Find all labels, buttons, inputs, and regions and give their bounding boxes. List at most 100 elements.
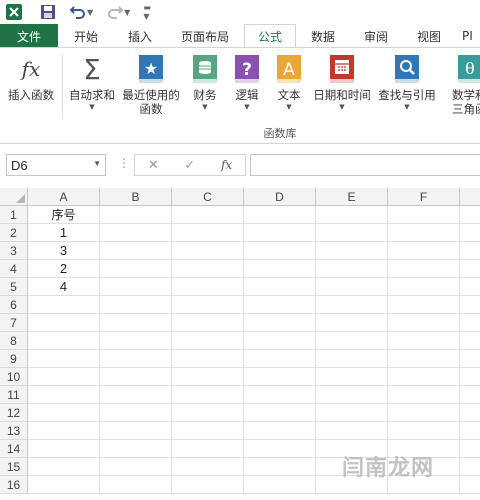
cell-a15[interactable] xyxy=(28,458,100,476)
cell-e6[interactable] xyxy=(316,296,388,314)
cell-partial[interactable] xyxy=(460,242,480,260)
cell-d13[interactable] xyxy=(244,422,316,440)
cell-a13[interactable] xyxy=(28,422,100,440)
cell-b16[interactable] xyxy=(100,476,172,494)
cell-partial[interactable] xyxy=(460,440,480,458)
column-header-f[interactable]: F xyxy=(388,188,460,206)
cell-b9[interactable] xyxy=(100,350,172,368)
cell-b3[interactable] xyxy=(100,242,172,260)
confirm-icon[interactable]: ✓ xyxy=(184,158,195,173)
cell-b12[interactable] xyxy=(100,404,172,422)
cell-f2[interactable] xyxy=(388,224,460,242)
cell-a9[interactable] xyxy=(28,350,100,368)
select-all-corner[interactable] xyxy=(0,188,28,206)
cell-f11[interactable] xyxy=(388,386,460,404)
cell-partial[interactable] xyxy=(460,458,480,476)
row-header-1[interactable]: 1 xyxy=(0,206,28,224)
date-time-button[interactable]: 日期和时间 ▼ xyxy=(310,54,374,112)
cell-d7[interactable] xyxy=(244,314,316,332)
cell-partial[interactable] xyxy=(460,368,480,386)
tab-review[interactable]: 审阅 xyxy=(350,24,402,48)
cell-e4[interactable] xyxy=(316,260,388,278)
cell-c7[interactable] xyxy=(172,314,244,332)
cell-partial[interactable] xyxy=(460,260,480,278)
cell-b8[interactable] xyxy=(100,332,172,350)
cancel-icon[interactable]: ✕ xyxy=(148,158,159,173)
customize-toolbar-icon[interactable]: ▬ ▼ xyxy=(142,2,151,22)
row-header-5[interactable]: 5 xyxy=(0,278,28,296)
row-header-13[interactable]: 13 xyxy=(0,422,28,440)
tab-file[interactable]: 文件 xyxy=(0,24,58,48)
cell-d15[interactable] xyxy=(244,458,316,476)
cell-c1[interactable] xyxy=(172,206,244,224)
cell-d14[interactable] xyxy=(244,440,316,458)
cell-f7[interactable] xyxy=(388,314,460,332)
cell-partial[interactable] xyxy=(460,404,480,422)
cell-d12[interactable] xyxy=(244,404,316,422)
cell-c15[interactable] xyxy=(172,458,244,476)
cell-c4[interactable] xyxy=(172,260,244,278)
cell-f6[interactable] xyxy=(388,296,460,314)
cell-a2[interactable]: 1 xyxy=(28,224,100,242)
cell-a7[interactable] xyxy=(28,314,100,332)
cell-d2[interactable] xyxy=(244,224,316,242)
undo-dropdown-icon[interactable]: ▼ xyxy=(87,8,93,17)
column-header-b[interactable]: B xyxy=(100,188,172,206)
column-header-d[interactable]: D xyxy=(244,188,316,206)
cell-f3[interactable] xyxy=(388,242,460,260)
column-header-partial[interactable] xyxy=(460,188,480,206)
row-header-4[interactable]: 4 xyxy=(0,260,28,278)
cell-d8[interactable] xyxy=(244,332,316,350)
cell-f12[interactable] xyxy=(388,404,460,422)
row-header-15[interactable]: 15 xyxy=(0,458,28,476)
cell-partial[interactable] xyxy=(460,350,480,368)
column-header-e[interactable]: E xyxy=(316,188,388,206)
cell-b10[interactable] xyxy=(100,368,172,386)
cell-b2[interactable] xyxy=(100,224,172,242)
cell-a14[interactable] xyxy=(28,440,100,458)
cell-b13[interactable] xyxy=(100,422,172,440)
cell-d4[interactable] xyxy=(244,260,316,278)
cell-f10[interactable] xyxy=(388,368,460,386)
cell-c13[interactable] xyxy=(172,422,244,440)
tab-formulas[interactable]: 公式 xyxy=(244,24,296,48)
tab-insert[interactable]: 插入 xyxy=(114,24,166,48)
math-trig-button[interactable]: θ 数学和 三角函数 xyxy=(442,54,480,116)
row-header-12[interactable]: 12 xyxy=(0,404,28,422)
cell-a1[interactable]: 序号 xyxy=(28,206,100,224)
cell-partial[interactable] xyxy=(460,296,480,314)
cell-partial[interactable] xyxy=(460,332,480,350)
row-header-11[interactable]: 11 xyxy=(0,386,28,404)
undo-icon[interactable]: ▼ xyxy=(70,2,93,22)
row-header-9[interactable]: 9 xyxy=(0,350,28,368)
cell-e8[interactable] xyxy=(316,332,388,350)
cell-e5[interactable] xyxy=(316,278,388,296)
cell-partial[interactable] xyxy=(460,314,480,332)
cell-e10[interactable] xyxy=(316,368,388,386)
cell-e1[interactable] xyxy=(316,206,388,224)
lookup-reference-button[interactable]: 查找与引用 ▼ xyxy=(376,54,438,112)
cell-a8[interactable] xyxy=(28,332,100,350)
row-header-7[interactable]: 7 xyxy=(0,314,28,332)
cell-partial[interactable] xyxy=(460,224,480,242)
row-header-14[interactable]: 14 xyxy=(0,440,28,458)
row-header-6[interactable]: 6 xyxy=(0,296,28,314)
cell-partial[interactable] xyxy=(460,422,480,440)
row-header-3[interactable]: 3 xyxy=(0,242,28,260)
cell-f8[interactable] xyxy=(388,332,460,350)
formula-bar-grip-icon[interactable]: ⋮ xyxy=(118,156,130,170)
tab-home[interactable]: 开始 xyxy=(58,24,114,48)
cell-c2[interactable] xyxy=(172,224,244,242)
tab-data[interactable]: 数据 xyxy=(296,24,350,48)
column-header-c[interactable]: C xyxy=(172,188,244,206)
cell-c16[interactable] xyxy=(172,476,244,494)
row-header-8[interactable]: 8 xyxy=(0,332,28,350)
cell-b7[interactable] xyxy=(100,314,172,332)
cell-b6[interactable] xyxy=(100,296,172,314)
cell-b15[interactable] xyxy=(100,458,172,476)
cell-a12[interactable] xyxy=(28,404,100,422)
financial-button[interactable]: 财务 ▼ xyxy=(186,54,224,112)
cell-d9[interactable] xyxy=(244,350,316,368)
cell-d11[interactable] xyxy=(244,386,316,404)
cell-c3[interactable] xyxy=(172,242,244,260)
